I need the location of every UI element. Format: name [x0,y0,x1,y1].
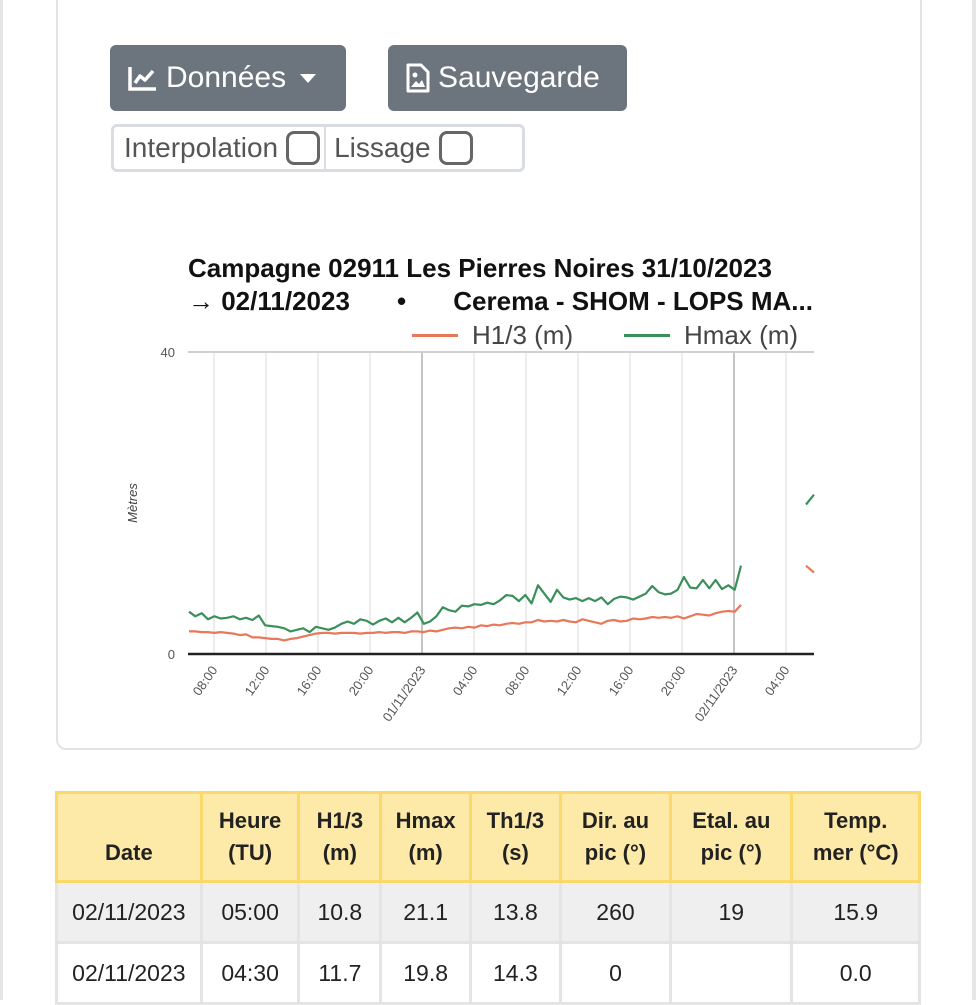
header-temp-mer[interactable]: Temp. mer (°C) [790,791,921,883]
x-tick-label: 08:00 [502,663,533,698]
table-header-row: Date Heure (TU) H1/3 (m) Hmax (m) Th1/3 (s) … [55,791,921,883]
series-line-hmax [188,565,743,634]
header-h13[interactable]: H1/3 (m) [297,791,383,883]
cell-h13: 10.8 [297,880,383,944]
header-heure[interactable]: Heure (TU) [199,791,301,883]
table-row: 02/11/2023 04:30 11.7 19.8 14.3 0 0.0 [55,941,921,1005]
cell-heure: 05:00 [199,880,301,944]
header-dir-pic[interactable]: Dir. au pic (°) [558,791,673,883]
x-tick-label: 12:00 [242,663,273,698]
cell-etal-pic: 19 [669,880,794,944]
cell-heure: 04:30 [199,941,301,1005]
cell-temp-mer: 15.9 [790,880,921,944]
series-tail-hmax [805,494,815,506]
x-tick-label: 02/11/2023 [691,663,740,724]
cell-etal-pic [669,941,794,1005]
cell-hmax: 19.8 [379,941,473,1005]
x-tick-label: 20:00 [346,663,377,698]
x-tick-label: 20:00 [658,663,689,698]
cell-th13: 13.8 [469,880,562,944]
cell-hmax: 21.1 [379,880,473,944]
header-date[interactable]: Date [55,791,203,883]
x-tick-label: 04:00 [762,663,793,698]
measurements-table: Date Heure (TU) H1/3 (m) Hmax (m) Th1/3 (s) … [55,791,921,1005]
y-axis-label: Mètres [125,483,140,523]
cell-date: 02/11/2023 [55,941,203,1005]
header-etal-pic[interactable]: Etal. au pic (°) [669,791,794,883]
series-line-h13 [189,604,742,642]
x-tick-label: 16:00 [606,663,637,698]
cell-temp-mer: 0.0 [790,941,921,1005]
cell-dir-pic: 260 [558,880,673,944]
x-tick-label: 01/11/2023 [379,663,428,724]
cell-dir-pic: 0 [558,941,673,1005]
series-tail-h13 [805,564,815,574]
header-th13[interactable]: Th1/3 (s) [469,791,562,883]
x-tick-label: 12:00 [554,663,585,698]
wave-height-chart: 400Mètres08:00 12:00 16:00 20:00 01/11/2023 0… [125,345,815,724]
x-tick-label: 16:00 [294,663,325,698]
cell-th13: 14.3 [469,941,562,1005]
header-hmax[interactable]: Hmax (m) [379,791,473,883]
y-tick-label: 40 [161,345,175,360]
y-tick-label: 0 [168,647,175,662]
x-tick-label: 08:00 [190,663,221,698]
cell-date: 02/11/2023 [55,880,203,944]
table-row: 02/11/2023 05:00 10.8 21.1 13.8 260 19 1… [55,880,921,944]
cell-h13: 11.7 [297,941,383,1005]
x-tick-label: 04:00 [450,663,481,698]
